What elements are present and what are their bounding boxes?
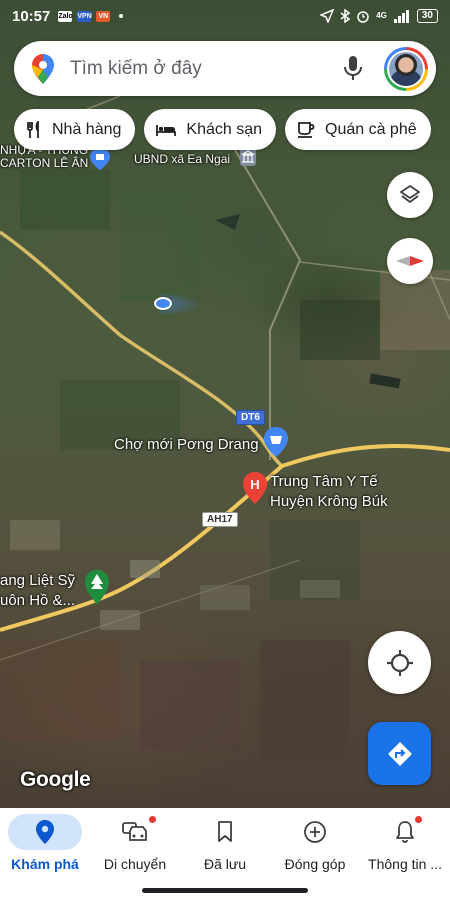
notification-badge [149, 816, 156, 823]
status-bar: 10:57 Zalo VPN VN 4G 30 [0, 0, 450, 32]
bell-icon [396, 821, 414, 843]
zalo-icon: Zalo [58, 10, 73, 22]
svg-text:H: H [250, 477, 259, 492]
chip-hotels[interactable]: Khách sạn [144, 109, 276, 150]
chip-hotels-label: Khách sạn [186, 120, 262, 138]
bottom-navigation: Khám phá Di chuyển Đã lưu Đóng góp Thông… [0, 808, 450, 900]
poi-label-trung-tam-line2: Huyện Krông Búk [270, 493, 388, 510]
search-input[interactable]: Tìm kiếm ở đây [70, 58, 342, 80]
tab-explore-pill [8, 814, 82, 850]
chip-restaurants[interactable]: Nhà hàng [14, 109, 136, 150]
poi-label-ubnd[interactable]: UBND xã Ea Ngai [134, 152, 230, 166]
directions-button[interactable] [368, 722, 431, 785]
tab-commute-label: Di chuyển [103, 856, 167, 872]
tab-updates-pill [368, 814, 442, 850]
battery-indicator: 30 [416, 9, 438, 23]
road-shield-ah17: AH17 [202, 512, 238, 527]
bluetooth-icon [340, 9, 351, 23]
road-shield-dt6: DT6 [236, 410, 265, 425]
tab-updates-label: Thông tin ... [368, 856, 442, 872]
avatar-photo [389, 51, 423, 86]
vn-app-icon: VN [96, 10, 111, 22]
poi-label-liet-sy-line1: ang Liệt Sỹ [0, 572, 76, 589]
notification-badge [415, 816, 422, 823]
compass-icon [396, 256, 424, 266]
tab-contribute-pill [278, 814, 352, 850]
fork-knife-icon [27, 120, 39, 138]
account-avatar[interactable] [384, 46, 428, 91]
vpn-icon: VPN [77, 10, 92, 22]
avatar-ring [387, 49, 425, 88]
bed-icon [156, 124, 177, 136]
home-indicator[interactable] [142, 888, 308, 893]
tab-updates[interactable]: Thông tin ... [360, 808, 450, 878]
signal-icon [393, 10, 409, 23]
poi-label-trung-tam-line1: Trung Tâm Y Tế [270, 473, 378, 490]
crosshair-icon [386, 649, 413, 676]
government-building-icon[interactable] [240, 148, 256, 166]
poi-label-trung-tam[interactable]: Trung Tâm Y Tế Huyện Krông Búk [270, 472, 388, 512]
explore-pin-icon [36, 820, 54, 844]
chip-restaurants-label: Nhà hàng [52, 120, 122, 138]
my-location-button[interactable] [368, 631, 431, 694]
microphone-icon[interactable] [342, 55, 364, 83]
tab-saved-pill [188, 814, 262, 850]
status-time: 10:57 [12, 7, 51, 25]
search-bar[interactable]: Tìm kiếm ở đây [14, 41, 436, 96]
poi-label-carton-line2: CARTON LÊ ÂN [0, 156, 89, 170]
layers-button[interactable] [387, 172, 433, 218]
shopping-pin-icon[interactable] [90, 148, 110, 170]
google-maps-pin-icon [32, 53, 54, 84]
status-right: 4G 30 [320, 9, 438, 23]
directions-icon [387, 741, 412, 766]
poi-label-liet-sy[interactable]: ang Liệt Sỹ uôn Hồ &... [0, 571, 75, 611]
tree-pin-icon[interactable] [85, 570, 109, 604]
tab-contribute[interactable]: Đóng góp [270, 808, 360, 878]
tab-commute[interactable]: Di chuyển [90, 808, 180, 878]
add-circle-icon [304, 821, 326, 843]
coffee-cup-icon [298, 121, 315, 138]
compass-button[interactable] [387, 238, 433, 284]
shopping-bag-pin-icon[interactable] [264, 427, 288, 457]
alarm-icon [357, 11, 369, 23]
chip-cafes-label: Quán cà phê [325, 120, 417, 138]
car-icon [122, 822, 147, 841]
tab-saved-label: Đã lưu [203, 856, 247, 872]
hospital-pin-icon[interactable]: H [243, 472, 267, 504]
poi-label-liet-sy-line2: uôn Hồ &... [0, 592, 76, 609]
bookmark-icon [218, 821, 232, 842]
location-arrow-icon [320, 9, 335, 23]
network-type: 4G [376, 11, 387, 20]
tab-explore[interactable]: Khám phá [0, 808, 90, 878]
user-location-dot [154, 297, 172, 310]
layers-icon [400, 185, 420, 203]
category-chips: Nhà hàng Khách sạn Quán cà phê [14, 109, 431, 150]
chip-cafes[interactable]: Quán cà phê [285, 109, 431, 150]
tab-contribute-label: Đóng góp [284, 856, 346, 872]
poi-label-cho-moi[interactable]: Chợ mới Pơng Drang [114, 436, 259, 453]
notification-dot-icon [119, 14, 124, 18]
tab-commute-pill [98, 814, 172, 850]
google-logo: Google [20, 768, 91, 791]
tab-saved[interactable]: Đã lưu [180, 808, 270, 878]
tab-explore-label: Khám phá [11, 856, 79, 872]
